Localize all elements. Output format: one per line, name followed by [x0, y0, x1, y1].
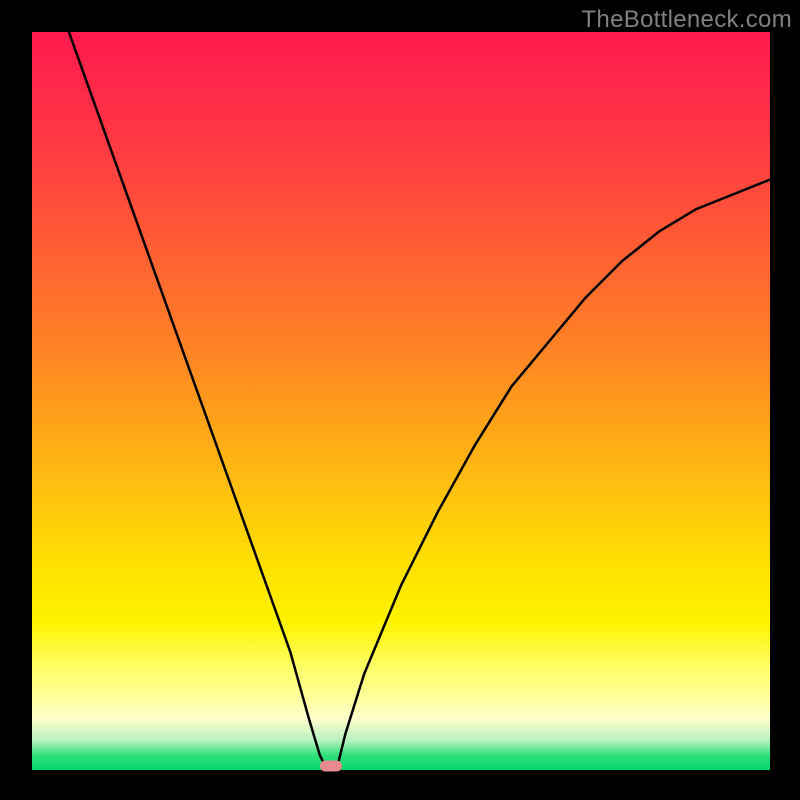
chart-frame: TheBottleneck.com	[0, 0, 800, 800]
bottleneck-curve	[32, 32, 770, 770]
watermark-text: TheBottleneck.com	[581, 6, 792, 34]
minimum-marker	[320, 761, 342, 772]
plot-area	[32, 32, 770, 770]
